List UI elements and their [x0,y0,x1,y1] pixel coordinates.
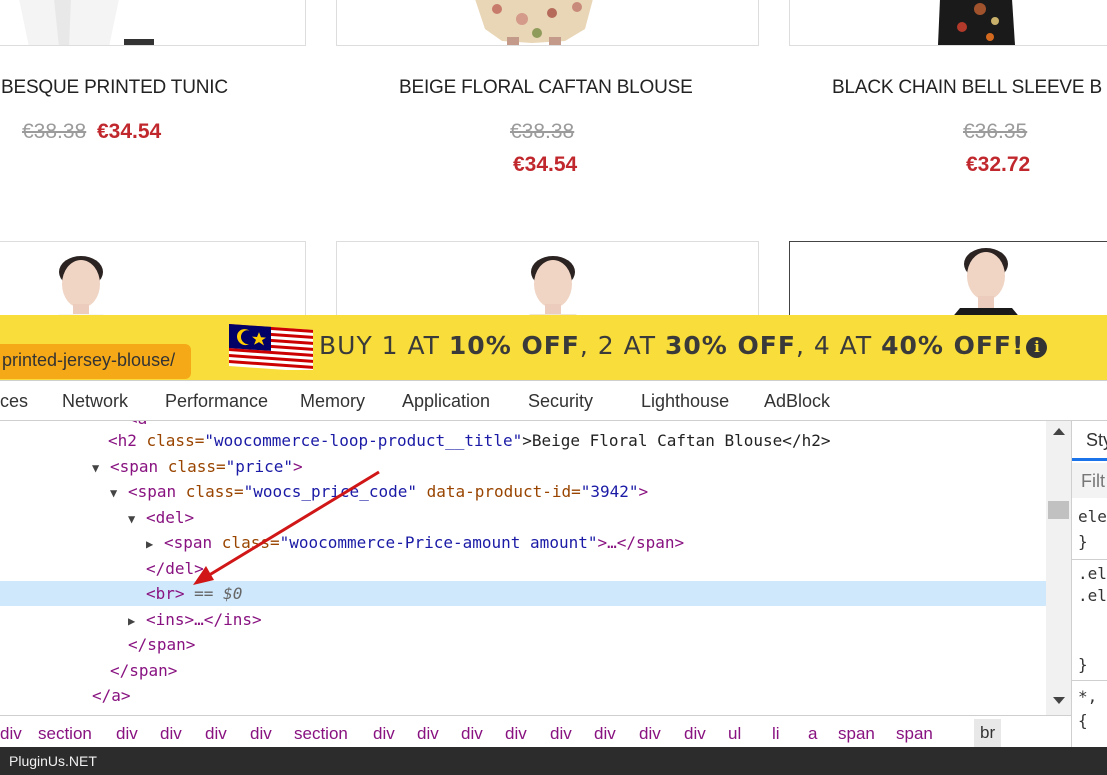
product-image[interactable] [789,0,1107,46]
style-rule-line: .el [1078,564,1107,583]
breadcrumb-item[interactable]: div [684,724,706,744]
product-image[interactable] [789,241,1107,315]
collapse-triangle-icon[interactable]: ▼ [92,456,110,481]
style-rule-line: { [1078,711,1088,730]
scroll-up-arrow-icon[interactable] [1053,428,1065,435]
tab-application[interactable]: Application [402,391,490,412]
tab-performance[interactable]: Performance [165,391,268,412]
product-photo [475,0,593,45]
breadcrumb-item[interactable]: div [116,724,138,744]
tab-lighthouse[interactable]: Lighthouse [641,391,729,412]
style-rule-line: *, [1078,687,1098,706]
product-title[interactable]: BEIGE FLORAL CAFTAN BLOUSE [399,77,693,99]
product-image[interactable] [336,241,759,315]
breadcrumb-item[interactable]: a [808,724,817,744]
breadcrumb-item[interactable]: div [505,724,527,744]
collapse-triangle-icon[interactable]: ▼ [128,507,146,532]
expand-triangle-icon[interactable]: ▶ [128,609,146,634]
elements-scrollbar[interactable] [1046,421,1071,715]
dom-node[interactable]: ▶ <ins>…</ins> [0,607,1046,632]
breadcrumb-item[interactable]: div [0,724,22,744]
product-photo [529,256,577,315]
dom-node[interactable]: ▼ <span class="price"> [0,454,1046,479]
devtools-tab-bar: ces Network Performance Memory Applicati… [0,380,1107,421]
product-image[interactable] [336,0,759,46]
tab-network[interactable]: Network [62,391,128,412]
price-old: €38.38 [22,120,87,143]
dom-node[interactable]: </del> [0,556,1046,581]
breadcrumb-item[interactable]: div [373,724,395,744]
breadcrumb-item[interactable]: div [550,724,572,744]
breadcrumb-item[interactable]: div [160,724,182,744]
dom-node-selected[interactable]: <br> == $0 [0,581,1046,606]
dom-node[interactable]: ▶ <span class="woocommerce-Price-amount a… [0,530,1046,555]
breadcrumb-item[interactable]: section [294,724,348,744]
breadcrumb-item[interactable]: div [461,724,483,744]
breadcrumb-item[interactable]: span [896,724,933,744]
style-rule-line: ele [1078,507,1107,526]
scroll-thumb[interactable] [1048,501,1069,519]
price-sale: €34.54 [513,153,578,176]
breadcrumb-item[interactable]: div [639,724,661,744]
style-rule-line: .el [1078,586,1107,605]
watermark-footer: PluginUs.NET [0,747,1107,775]
product-photo [938,0,1015,45]
price-sale: €32.72 [966,153,1031,176]
dom-node[interactable]: <h2 class="woocommerce-loop-product__tit… [0,428,1046,453]
style-rule-line: } [1078,655,1088,674]
breadcrumb-item[interactable]: ul [728,724,741,744]
product-image[interactable] [0,241,306,315]
breadcrumb-item[interactable]: div [250,724,272,744]
dom-node[interactable]: ▼ <del> [0,505,1046,530]
elements-tree[interactable]: <a <h2 class="woocommerce-loop-product__… [0,421,1046,715]
breadcrumb-item[interactable]: section [38,724,92,744]
scroll-down-arrow-icon[interactable] [1053,697,1065,704]
tab-memory[interactable]: Memory [300,391,365,412]
tab-sources[interactable]: ces [0,391,28,412]
breadcrumb-item[interactable]: div [417,724,439,744]
styles-filter-input[interactable]: Filt [1072,463,1107,498]
dom-node[interactable]: </a> [0,683,1046,708]
tab-styles[interactable]: Sty [1072,421,1107,461]
dom-node[interactable]: </span> [0,632,1046,657]
link-url-tooltip: printed-jersey-blouse/ [0,344,191,379]
dom-breadcrumbs: div section div div div div section div … [0,715,1071,747]
price-old: €38.38 [510,120,575,143]
breadcrumb-item-active[interactable]: br [974,719,1002,747]
breadcrumb-item[interactable]: div [205,724,227,744]
product-grid: BESQUE PRINTED TUNIC BEIGE FLORAL CAFTAN… [0,0,1107,315]
promo-text: BUY 1 AT 10% OFF, 2 AT 30% OFF, 4 AT 40%… [319,331,1048,360]
price-sale: €34.54 [97,120,162,143]
breadcrumb-item[interactable]: li [772,724,780,744]
product-photo [954,248,1018,315]
expand-triangle-icon[interactable]: ▶ [146,532,164,557]
collapse-triangle-icon[interactable]: ▼ [110,481,128,506]
tab-security[interactable]: Security [528,391,593,412]
styles-pane: Sty Filt ele } .el .el } *, { [1071,421,1107,747]
price-old: €36.35 [963,120,1028,143]
dom-node[interactable]: </span> [0,658,1046,683]
product-photo [58,256,104,315]
product-photo [19,0,154,45]
product-image[interactable] [0,0,306,46]
malaysia-flag-icon [229,324,313,370]
breadcrumb-item[interactable]: span [838,724,875,744]
product-title[interactable]: BLACK CHAIN BELL SLEEVE B [832,77,1102,99]
product-title[interactable]: BESQUE PRINTED TUNIC [1,77,228,99]
dom-node[interactable]: ▼ <span class="woocs_price_code" data-pro… [0,479,1046,504]
info-icon[interactable]: i [1026,337,1048,358]
tab-adblock[interactable]: AdBlock [764,391,830,412]
style-rule-line: } [1078,532,1088,551]
breadcrumb-item[interactable]: div [594,724,616,744]
